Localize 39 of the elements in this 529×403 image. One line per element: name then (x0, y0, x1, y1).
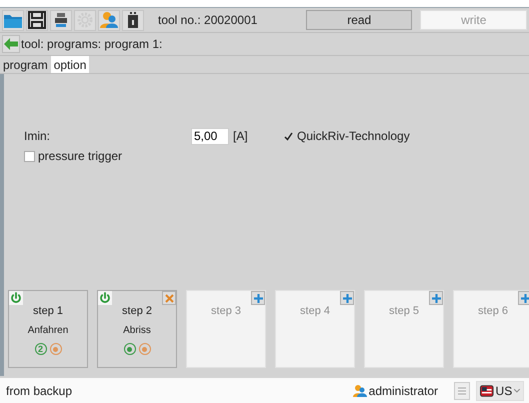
power-icon[interactable] (10, 292, 22, 304)
checkbox-label: pressure trigger (38, 149, 122, 163)
save-icon[interactable] (27, 11, 47, 29)
add-button[interactable] (251, 291, 265, 305)
checkbox-label: QuickRiv-Technology (297, 129, 410, 143)
checkbox[interactable] (24, 150, 35, 162)
step-label: step 3 (211, 305, 241, 317)
step-label: step 5 (389, 305, 419, 317)
status-text: from backup (6, 384, 74, 398)
flag-icon (480, 384, 494, 396)
status-indicator: 2 (34, 343, 46, 355)
field-label: Imin: (24, 129, 52, 143)
caret-icon (514, 388, 520, 392)
add-button[interactable] (429, 291, 443, 305)
back-button[interactable] (2, 35, 20, 53)
tab[interactable]: option (50, 56, 90, 73)
input-field[interactable]: 5,00 (191, 128, 229, 144)
unit-label: [A] (233, 129, 249, 143)
add-button[interactable] (518, 291, 529, 305)
read-button[interactable]: read (306, 10, 412, 30)
checkbox[interactable] (283, 130, 294, 142)
step-name: Anfahren (28, 325, 68, 336)
tab[interactable]: program (0, 56, 51, 73)
step-label: step 2 (122, 305, 152, 317)
language-dropdown[interactable]: US (476, 380, 524, 400)
step-name: Abriss (123, 325, 151, 336)
tool-number: tool no.: 20020001 (158, 13, 258, 27)
step-card[interactable]: step 2 Abriss (97, 290, 177, 368)
document-icon[interactable] (454, 382, 470, 400)
user-name: administrator (368, 384, 438, 398)
remove-button[interactable] (162, 291, 176, 305)
step-label: step 6 (478, 305, 508, 317)
add-button[interactable] (340, 291, 354, 305)
step-label: step 1 (33, 305, 63, 317)
step-card[interactable]: step 1 Anfahren 2 (8, 290, 88, 368)
step-label: step 4 (300, 305, 330, 317)
power-icon[interactable] (99, 292, 111, 304)
breadcrumb: tool: programs: program 1: (21, 37, 162, 51)
users-icon (352, 384, 367, 396)
